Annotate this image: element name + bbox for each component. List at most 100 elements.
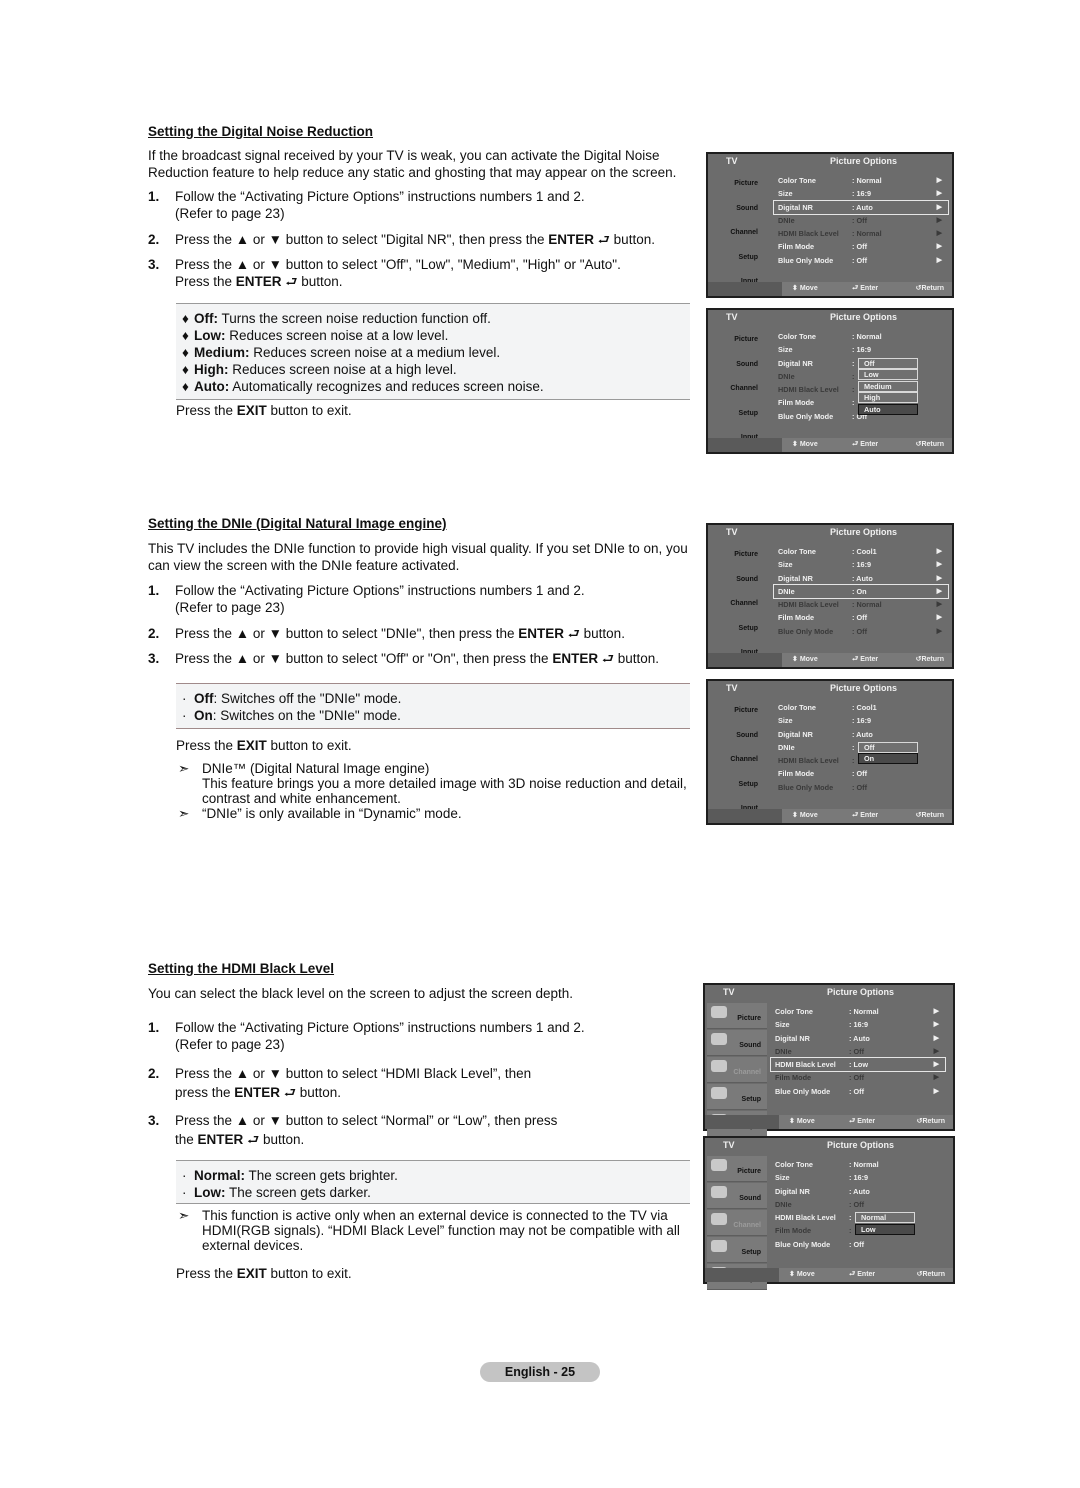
osd-row-label: Digital NR xyxy=(775,1186,810,1196)
osd-sidebar-label: Setup xyxy=(738,624,758,632)
osd-sidebar-label: Channel xyxy=(730,229,758,236)
osd-menu-row: Film Mode: Off ▶ xyxy=(774,240,948,253)
osd-arrow-right-icon: ▶ xyxy=(936,614,942,622)
osd-row-label: Film Mode xyxy=(778,613,815,623)
step-text: (Refer to page 23) xyxy=(175,1037,285,1052)
updown-icon: ⬍ xyxy=(792,656,798,663)
osd-menu-row: DNIe: Off ▶ xyxy=(774,214,948,227)
heading-dnie: Setting the DNIe (Digital Natural Image … xyxy=(148,516,447,531)
note-arrow-icon: ➣ xyxy=(178,1208,190,1223)
option-item: ♦ Medium: Reduces screen noise at a mediu… xyxy=(180,344,690,361)
osd-row-label: DNIe xyxy=(778,371,795,381)
osd-arrow-right-icon: ▶ xyxy=(936,230,942,238)
osd-sidebar-item: Picture xyxy=(707,1156,767,1182)
osd-row-label: Color Tone xyxy=(775,1160,813,1169)
osd-menu-rows: Color Tone: Normal Size: 16:9 Digital NR: … xyxy=(771,1158,945,1251)
osd-menu-row: Size: 16:9 ▶ xyxy=(774,187,948,200)
osd-menu-row: Film Mode: Off xyxy=(774,767,948,780)
enter-icon: ⮐ xyxy=(852,656,859,663)
step-text: Press the ▲ or ▼ button to select “Norma… xyxy=(175,1113,558,1128)
step-number: 1. xyxy=(148,1020,160,1035)
osd-arrow-right-icon: ▶ xyxy=(936,243,942,251)
note-body: This function is active only when an ext… xyxy=(202,1208,680,1253)
osd-footer-label: Move xyxy=(796,1118,815,1125)
enter-icon: ⮐ xyxy=(852,285,859,292)
osd-dropdown-option: Auto xyxy=(858,403,918,415)
osd-footer: Input⬍ Move⮐ Enter↺Return xyxy=(708,282,952,296)
osd-arrow-right-icon: ▶ xyxy=(936,548,942,555)
option-term: Off xyxy=(194,691,214,706)
osd-menu-rows: Color Tone: Normal ▶ Size: 16:9 ▶ Digital NR… xyxy=(773,174,949,267)
bullet-icon: ♦ xyxy=(182,379,189,394)
enter-icon: ⮐ xyxy=(852,812,859,819)
osd-row-label: Blue Only Mode xyxy=(778,255,834,265)
osd-row-value: : 16:9 xyxy=(852,716,872,726)
osd-row-value: : xyxy=(852,398,855,408)
exit-text: button to exit. xyxy=(266,403,352,418)
osd-menu-rows: Color Tone: Cool1 ▶ Size: 16:9 ▶ Digital NR:… xyxy=(773,545,949,638)
osd-arrow-right-icon: ▶ xyxy=(933,1087,939,1095)
osd-row-value: : Low xyxy=(849,1060,869,1070)
osd-sidebar-item: Setup xyxy=(708,617,772,642)
osd-footer-label: Move xyxy=(799,285,818,292)
option-term: Low: xyxy=(194,1185,226,1200)
osd-menu-row: DNIe: Off ▶ xyxy=(771,1045,945,1058)
osd-footer-enter: ⮐ Enter xyxy=(852,438,878,452)
osd-arrow-right-icon: ▶ xyxy=(936,587,942,595)
osd-sidebar-item: Sound xyxy=(707,1183,767,1209)
osd-footer-label: Move xyxy=(799,441,818,448)
osd-dropdown: Normal Low xyxy=(855,1212,915,1235)
osd-sidebar-label: Sound xyxy=(736,360,758,368)
osd-sidebar: PictureSoundChannelSetupInput xyxy=(708,328,772,451)
osd-arrow-right-icon: ▶ xyxy=(936,601,942,609)
option-item: · Off: Switches off the "DNIe" mode. xyxy=(180,690,690,707)
osd-menu-icon xyxy=(711,1006,727,1018)
osd-sidebar-item: Sound xyxy=(708,724,772,749)
osd-menu-row: Blue Only Mode: Off ▶ xyxy=(771,1085,945,1098)
osd-row-label: Color Tone xyxy=(778,332,816,341)
osd-footer-label: Return xyxy=(921,812,944,819)
step-text: button. xyxy=(579,626,625,641)
osd-row-value: : Normal xyxy=(852,176,882,185)
osd-row-value: : xyxy=(849,1213,852,1223)
osd-row-value: : Cool1 xyxy=(852,547,877,556)
osd-title: Picture Options xyxy=(830,683,898,693)
osd-sidebar-item: Setup xyxy=(708,402,772,427)
osd-row-label: Blue Only Mode xyxy=(778,411,834,421)
osd-row-value: : Off xyxy=(852,242,867,252)
osd-row-label: Blue Only Mode xyxy=(775,1239,831,1249)
step-number: 3. xyxy=(148,257,160,272)
osd-row-label: Digital NR xyxy=(775,1033,810,1043)
osd-menu-row: Color Tone: Normal ▶ xyxy=(771,1005,945,1018)
osd-row-label: HDMI Black Level xyxy=(775,1213,836,1223)
note-item: ➣ DNIe™ (Digital Natural Image engine) Thi… xyxy=(176,761,696,806)
enter-label: ENTER xyxy=(518,626,564,641)
step-number: 3. xyxy=(148,651,160,666)
osd-sidebar-label: Sound xyxy=(736,204,758,212)
osd-tv-label: TV xyxy=(723,1140,735,1150)
section-digital-nr: Setting the Digital Noise Reduction If t… xyxy=(148,124,698,290)
osd-row-value: : xyxy=(852,371,855,381)
osd-footer-return: ↺Return xyxy=(916,282,944,296)
osd-title: Picture Options xyxy=(827,987,895,997)
step-text: (Refer to page 23) xyxy=(175,206,285,221)
note-arrow-icon: ➣ xyxy=(178,761,190,776)
osd-dropdown-option: Low xyxy=(858,369,918,381)
bullet-icon: · xyxy=(182,708,187,723)
osd-sidebar-item: Sound xyxy=(708,197,772,222)
step-2: 2. Press the ▲ or ▼ button to select "Di… xyxy=(148,231,698,248)
osd-row-value: : 16:9 xyxy=(852,189,872,199)
option-term: Auto: xyxy=(194,379,230,394)
osd-row-label: Color Tone xyxy=(778,176,816,185)
bullet-icon: ♦ xyxy=(182,362,189,377)
osd-menu-icon xyxy=(711,1159,727,1171)
osd-arrow-right-icon: ▶ xyxy=(936,216,942,224)
tv-osd-picture-options: TV Picture Options Picture Sound Channel Setu… xyxy=(706,308,954,454)
step-3: 3. Press the ▲ or ▼ button to select “No… xyxy=(148,1111,698,1149)
step-number: 2. xyxy=(148,626,160,641)
osd-menu-icon xyxy=(711,1087,727,1099)
step-text: button. xyxy=(297,274,343,289)
note-item: ➣ This function is active only when an ex… xyxy=(176,1208,692,1253)
osd-sidebar-item: Channel xyxy=(708,748,772,773)
osd-footer-move: ⬍ Move xyxy=(789,1268,815,1282)
